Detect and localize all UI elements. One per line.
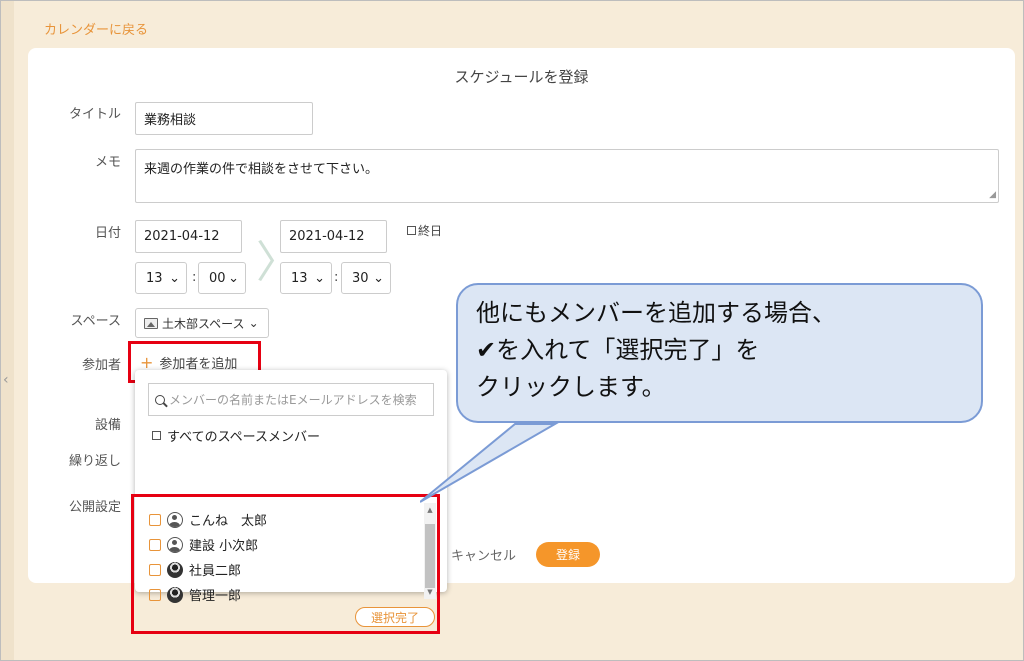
list-item[interactable]: こんね 太郎 bbox=[149, 507, 267, 532]
member-search-input[interactable]: メンバーの名前またはEメールアドレスを検索 bbox=[148, 383, 434, 416]
member-list: こんね 太郎 建設 小次郎 社員二郎 管理一郎 bbox=[149, 507, 267, 607]
date-label: 日付 bbox=[94, 226, 121, 241]
back-to-calendar-link[interactable]: カレンダーに戻る bbox=[44, 19, 148, 38]
participant-dropdown: メンバーの名前またはEメールアドレスを検索 すべてのスペースメンバー こんね 太… bbox=[131, 370, 447, 634]
checkbox-icon[interactable] bbox=[149, 588, 161, 601]
end-minute-select[interactable]: 30 ⌄ bbox=[341, 262, 391, 294]
start-hour-value: 13 bbox=[146, 270, 163, 286]
end-hour-value: 13 bbox=[291, 270, 308, 286]
all-members-checkbox[interactable]: すべてのスペースメンバー bbox=[152, 426, 320, 445]
resize-handle-icon[interactable]: ◢ bbox=[989, 190, 996, 200]
scroll-down-icon[interactable]: ▼ bbox=[425, 588, 435, 596]
register-button[interactable]: 登録 bbox=[536, 542, 600, 567]
default-avatar-icon bbox=[167, 511, 183, 528]
chevron-down-icon: ⌄ bbox=[248, 316, 259, 330]
photo-avatar bbox=[167, 561, 183, 578]
space-select[interactable]: 土木部スペース ⌄ bbox=[135, 308, 269, 338]
time-colon: : bbox=[192, 270, 197, 285]
chevron-down-icon: ⌄ bbox=[169, 270, 180, 286]
time-colon: : bbox=[334, 270, 339, 285]
member-name: 建設 小次郎 bbox=[189, 539, 259, 554]
end-date-input[interactable]: 2021-04-12 bbox=[280, 220, 387, 253]
member-name: 社員二郎 bbox=[189, 564, 242, 579]
start-date-input[interactable]: 2021-04-12 bbox=[135, 220, 242, 253]
search-placeholder: メンバーの名前またはEメールアドレスを検索 bbox=[169, 393, 417, 407]
instruction-callout: 他にもメンバーを追加する場合、 ✔を入れて「選択完了」を クリックします。 bbox=[456, 283, 983, 423]
list-item[interactable]: 建設 小次郎 bbox=[149, 532, 267, 557]
start-minute-value: 00 bbox=[209, 270, 226, 286]
space-label: スペース bbox=[70, 314, 121, 329]
equipment-label: 設備 bbox=[94, 418, 121, 433]
chevron-down-icon: ⌄ bbox=[373, 270, 384, 286]
checkbox-icon[interactable] bbox=[149, 563, 161, 576]
repeat-label: 繰り返し bbox=[68, 454, 121, 469]
page-title: スケジュールを登録 bbox=[454, 68, 589, 86]
checkbox-icon[interactable] bbox=[149, 513, 161, 526]
allday-label: 終日 bbox=[418, 224, 443, 238]
chevron-down-icon: ⌄ bbox=[314, 270, 325, 286]
memo-label: メモ bbox=[94, 155, 121, 170]
collapse-chevron-icon[interactable]: ‹ bbox=[3, 372, 9, 388]
list-item[interactable]: 社員二郎 bbox=[149, 557, 267, 582]
cancel-button[interactable]: キャンセル bbox=[451, 545, 516, 564]
search-icon bbox=[155, 394, 165, 405]
member-name: 管理一郎 bbox=[189, 589, 242, 604]
left-strip bbox=[0, 0, 14, 661]
participants-label: 参加者 bbox=[81, 358, 121, 373]
space-value: 土木部スペース bbox=[162, 316, 245, 331]
callout-line-2: ✔を入れて「選択完了」を bbox=[476, 336, 760, 364]
callout-line-1: 他にもメンバーを追加する場合、 bbox=[476, 299, 836, 327]
image-icon bbox=[144, 317, 158, 329]
callout-line-3: クリックします。 bbox=[476, 373, 666, 401]
chevron-down-icon: ⌄ bbox=[228, 270, 239, 286]
start-hour-select[interactable]: 13 ⌄ bbox=[135, 262, 187, 294]
memo-textarea[interactable]: 来週の作業の件で相談をさせて下さい。 ◢ bbox=[135, 149, 999, 203]
default-avatar-icon bbox=[167, 536, 183, 553]
title-label: タイトル bbox=[68, 107, 121, 122]
end-minute-value: 30 bbox=[352, 270, 369, 286]
end-hour-select[interactable]: 13 ⌄ bbox=[280, 262, 332, 294]
photo-avatar bbox=[167, 586, 183, 603]
selection-done-button[interactable]: 選択完了 bbox=[355, 607, 435, 627]
memo-text: 来週の作業の件で相談をさせて下さい。 bbox=[144, 162, 379, 177]
list-item[interactable]: 管理一郎 bbox=[149, 582, 267, 607]
start-minute-select[interactable]: 00 ⌄ bbox=[198, 262, 246, 294]
title-input[interactable]: 業務相談 bbox=[135, 102, 313, 135]
allday-checkbox[interactable]: 終日 bbox=[407, 222, 442, 239]
checkbox-icon bbox=[407, 226, 416, 235]
visibility-label: 公開設定 bbox=[68, 500, 121, 515]
member-name: こんね 太郎 bbox=[189, 514, 268, 529]
scroll-thumb[interactable] bbox=[425, 524, 435, 588]
all-members-label: すべてのスペースメンバー bbox=[167, 430, 321, 445]
checkbox-icon[interactable] bbox=[149, 538, 161, 551]
checkbox-icon bbox=[152, 431, 161, 440]
